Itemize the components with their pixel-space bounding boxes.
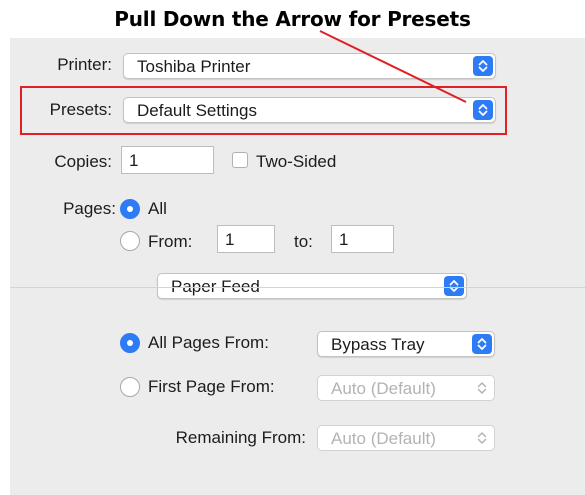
all-pages-from-popup[interactable]: Bypass Tray — [317, 331, 495, 357]
pages-from-radio[interactable] — [120, 231, 140, 251]
all-pages-from-label: All Pages From: — [148, 333, 269, 352]
up-down-chevron-icon — [444, 276, 464, 296]
remaining-from-label: Remaining From: — [175, 428, 306, 447]
up-down-chevron-icon — [472, 378, 492, 398]
pages-label: Pages: — [63, 199, 116, 218]
pages-from-label: From: — [148, 232, 193, 251]
copies-field[interactable]: 1 — [121, 146, 214, 174]
all-pages-from-value: Bypass Tray — [331, 335, 425, 354]
remaining-from-value: Auto (Default) — [331, 429, 436, 448]
up-down-chevron-icon — [472, 428, 492, 448]
pages-to-value: 1 — [339, 230, 349, 249]
two-sided-checkbox[interactable] — [232, 152, 248, 168]
first-page-from-value: Auto (Default) — [331, 379, 436, 398]
first-page-from-label: First Page From: — [148, 377, 275, 396]
up-down-chevron-icon — [472, 334, 492, 354]
pages-all-label: All — [148, 199, 167, 218]
remaining-from-popup[interactable]: Auto (Default) — [317, 425, 495, 451]
copies-value: 1 — [129, 151, 139, 170]
pages-all-radio[interactable] — [120, 199, 140, 219]
section-divider — [10, 287, 585, 288]
all-pages-from-radio[interactable] — [120, 333, 140, 353]
pages-to-field[interactable]: 1 — [331, 225, 394, 253]
first-page-from-popup[interactable]: Auto (Default) — [317, 375, 495, 401]
copies-label: Copies: — [54, 152, 112, 171]
annotation-pointer-line — [319, 30, 467, 103]
first-page-from-radio[interactable] — [120, 377, 140, 397]
pages-from-value: 1 — [225, 230, 235, 249]
section-popup[interactable]: Paper Feed — [157, 273, 467, 299]
two-sided-label: Two-Sided — [256, 152, 337, 171]
pages-to-label: to: — [294, 232, 313, 251]
pages-from-field[interactable]: 1 — [217, 225, 275, 253]
